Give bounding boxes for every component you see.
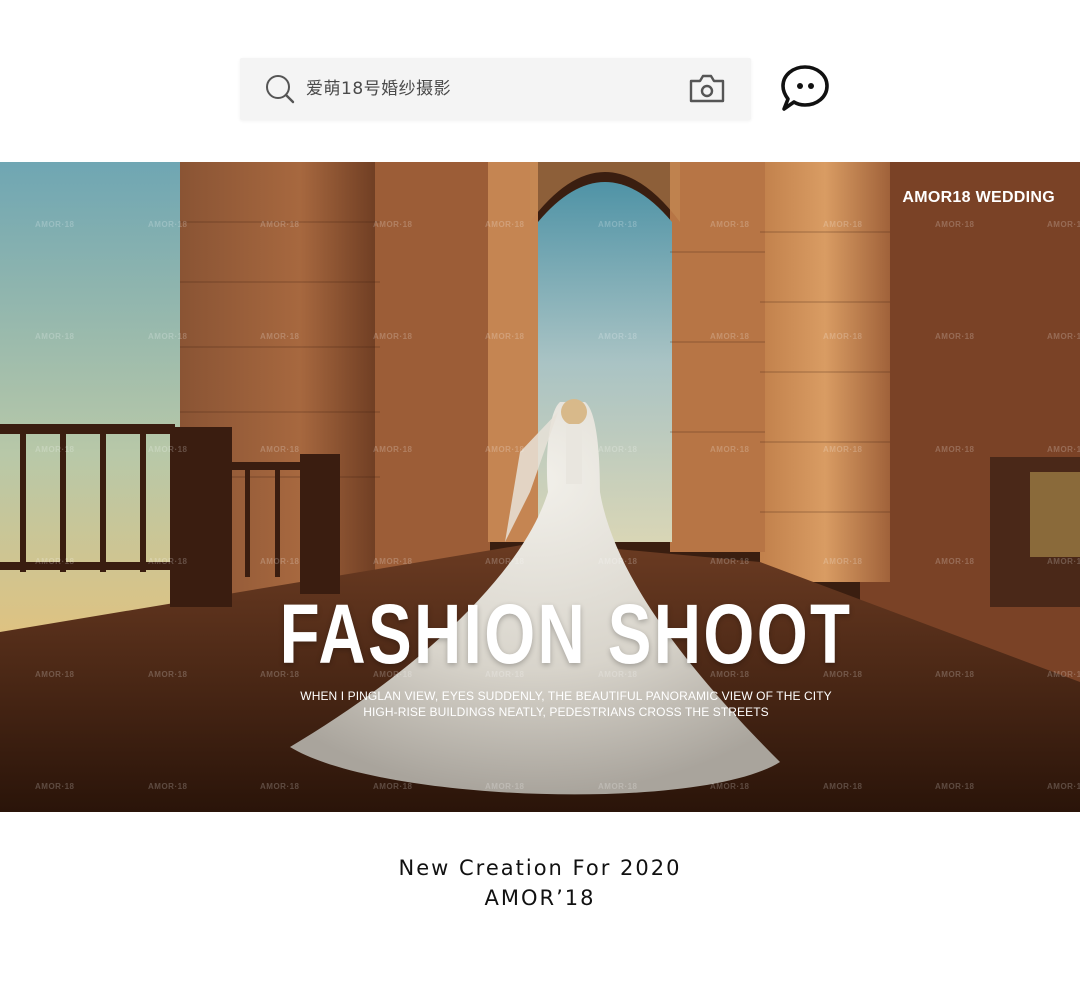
headline: FASHION SHOOT bbox=[279, 587, 853, 681]
search-bar[interactable] bbox=[240, 58, 751, 120]
subline-2: HIGH-RISE BUILDINGS NEATLY, PEDESTRIANS … bbox=[363, 705, 769, 719]
hero-banner[interactable]: AMOR·18 AMOR·18 AMOR·18 AMOR·18 AMOR·18 AMOR·… bbox=[0, 162, 1080, 812]
search-icon bbox=[266, 75, 295, 104]
subline-1: WHEN I PINGLAN VIEW, EYES SUDDENLY, THE … bbox=[300, 689, 832, 703]
footer-tagline: New Creation For 2020 bbox=[398, 856, 682, 880]
footer-brand: AMOR’18 bbox=[484, 886, 596, 910]
chat-bubble-icon[interactable] bbox=[780, 64, 830, 112]
search-input[interactable] bbox=[306, 71, 676, 107]
brand-label: AMOR18 WEDDING bbox=[902, 189, 1055, 206]
camera-icon[interactable] bbox=[687, 71, 727, 107]
